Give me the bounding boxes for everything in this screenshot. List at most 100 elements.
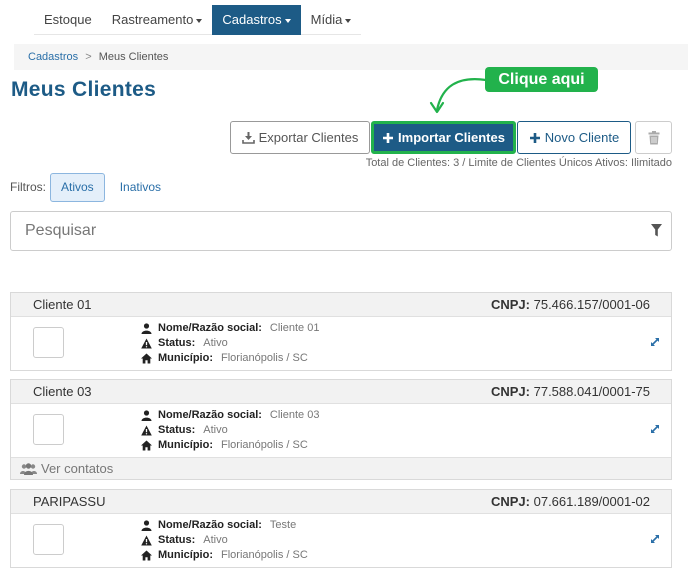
page-title: Meus Clientes <box>11 78 157 101</box>
filter-active-button[interactable]: Ativos <box>50 172 105 202</box>
municipio-value: Florianópolis / SC <box>221 439 308 451</box>
user-icon <box>141 520 152 531</box>
top-navbar: Estoque Rastreamento Cadastros Mídia <box>0 0 688 40</box>
status-label: Status: <box>158 424 196 436</box>
client-cnpj: CNPJ: 07.661.189/0001-02 <box>491 494 650 509</box>
razao-label: Nome/Razão social: <box>158 322 262 334</box>
warning-icon <box>141 535 152 546</box>
status-value: Ativo <box>203 424 228 436</box>
breadcrumb-current: Meus Clientes <box>98 51 169 63</box>
client-info: Nome/Razão social: Cliente 01 Status: At… <box>141 321 319 366</box>
client-name: Cliente 03 <box>33 384 92 399</box>
trash-icon <box>648 130 659 144</box>
client-avatar <box>33 327 64 358</box>
nav-item-estoque[interactable]: Estoque <box>34 5 102 35</box>
new-client-label: Novo Cliente <box>544 130 620 145</box>
filters-bar: Filtros: Ativos Inativos <box>10 172 172 202</box>
razao-value: Cliente 03 <box>269 409 320 421</box>
filters-label: Filtros: <box>10 180 46 194</box>
breadcrumb-separator: > <box>85 51 92 63</box>
expand-icon[interactable] <box>649 533 661 545</box>
nav-item-label: Cadastros <box>222 12 282 27</box>
client-info: Nome/Razão social: Teste Status: Ativo M… <box>141 518 308 563</box>
client-avatar <box>33 414 64 445</box>
filter-inactive-button[interactable]: Inativos <box>109 173 172 202</box>
client-cnpj: CNPJ: 77.588.041/0001-75 <box>491 384 650 399</box>
nav-item-label: Mídia <box>310 12 343 27</box>
client-card-body: Nome/Razão social: Teste Status: Ativo M… <box>11 514 671 567</box>
search-input[interactable] <box>25 212 625 250</box>
import-clients-button[interactable]: Importar Clientes <box>371 121 516 154</box>
razao-value: Teste <box>269 519 297 531</box>
cnpj-value: 75.466.157/0001-06 <box>533 297 650 312</box>
search-box <box>10 211 672 251</box>
view-contacts-button[interactable]: Ver contatos <box>11 457 671 479</box>
plus-icon <box>529 132 540 143</box>
status-label: Status: <box>158 337 196 349</box>
info-row-razao: Nome/Razão social: Cliente 03 <box>141 408 319 423</box>
info-row-municipio: Município: Florianópolis / SC <box>141 351 319 366</box>
razao-value: Cliente 01 <box>269 322 320 334</box>
import-clients-label: Importar Clientes <box>398 130 505 145</box>
razao-label: Nome/Razão social: <box>158 519 262 531</box>
warning-icon <box>141 425 152 436</box>
caret-down-icon <box>284 19 291 23</box>
new-client-button[interactable]: Novo Cliente <box>517 121 631 154</box>
client-card: Cliente 03 CNPJ: 77.588.041/0001-75 Nome… <box>10 379 672 480</box>
cnpj-value: 77.588.041/0001-75 <box>533 384 650 399</box>
nav-item-rastreamento[interactable]: Rastreamento <box>102 5 213 35</box>
razao-label: Nome/Razão social: <box>158 409 262 421</box>
nav-menu: Estoque Rastreamento Cadastros Mídia <box>34 5 362 35</box>
plus-icon <box>383 132 394 143</box>
client-cnpj: CNPJ: 75.466.157/0001-06 <box>491 297 650 312</box>
export-clients-button[interactable]: Exportar Clientes <box>230 121 370 154</box>
view-contacts-label: Ver contatos <box>41 461 114 476</box>
client-card-header[interactable]: Cliente 03 CNPJ: 77.588.041/0001-75 <box>11 380 671 404</box>
download-icon <box>241 132 255 144</box>
client-name: PARIPASSU <box>33 494 106 509</box>
client-card-body: Nome/Razão social: Cliente 03 Status: At… <box>11 404 671 457</box>
client-card-body: Nome/Razão social: Cliente 01 Status: At… <box>11 317 671 370</box>
client-card: Cliente 01 CNPJ: 75.466.157/0001-06 Nome… <box>10 292 672 371</box>
cnpj-label: CNPJ: <box>490 384 530 399</box>
cnpj-value: 07.661.189/0001-02 <box>533 494 650 509</box>
client-card-header[interactable]: Cliente 01 CNPJ: 75.466.157/0001-06 <box>11 293 671 317</box>
municipio-value: Florianópolis / SC <box>221 352 308 364</box>
info-row-razao: Nome/Razão social: Cliente 01 <box>141 321 319 336</box>
municipio-label: Município: <box>158 549 213 561</box>
client-info: Nome/Razão social: Cliente 03 Status: At… <box>141 408 319 453</box>
cnpj-label: CNPJ: <box>490 297 530 312</box>
filter-icon[interactable] <box>651 224 662 237</box>
home-icon <box>141 440 152 451</box>
warning-icon <box>141 338 152 349</box>
clients-total-text: Total de Clientes: 3 / Limite de Cliente… <box>365 157 672 169</box>
client-name: Cliente 01 <box>33 297 92 312</box>
export-clients-label: Exportar Clientes <box>258 130 359 145</box>
cnpj-label: CNPJ: <box>490 494 530 509</box>
client-card: PARIPASSU CNPJ: 07.661.189/0001-02 Nome/… <box>10 489 672 568</box>
nav-item-cadastros[interactable]: Cadastros <box>212 5 301 35</box>
info-row-status: Status: Ativo <box>141 336 319 351</box>
info-row-razao: Nome/Razão social: Teste <box>141 518 308 533</box>
status-label: Status: <box>158 534 196 546</box>
caret-down-icon <box>196 19 203 23</box>
nav-item-label: Rastreamento <box>111 12 194 27</box>
user-icon <box>141 410 152 421</box>
info-row-municipio: Município: Florianópolis / SC <box>141 548 308 563</box>
callout-arrow-icon <box>429 78 488 114</box>
info-row-status: Status: Ativo <box>141 533 308 548</box>
callout-badge: Clique aqui <box>485 67 598 92</box>
info-row-status: Status: Ativo <box>141 423 319 438</box>
nav-item-midia[interactable]: Mídia <box>301 5 362 35</box>
client-card-header[interactable]: PARIPASSU CNPJ: 07.661.189/0001-02 <box>11 490 671 514</box>
expand-icon[interactable] <box>649 336 661 348</box>
users-icon <box>20 462 37 475</box>
home-icon <box>141 550 152 561</box>
municipio-value: Florianópolis / SC <box>221 549 308 561</box>
breadcrumb-link-cadastros[interactable]: Cadastros <box>28 51 78 63</box>
info-row-municipio: Município: Florianópolis / SC <box>141 438 319 453</box>
delete-button[interactable] <box>635 121 672 154</box>
expand-icon[interactable] <box>649 423 661 435</box>
user-icon <box>141 323 152 334</box>
status-value: Ativo <box>203 534 228 546</box>
